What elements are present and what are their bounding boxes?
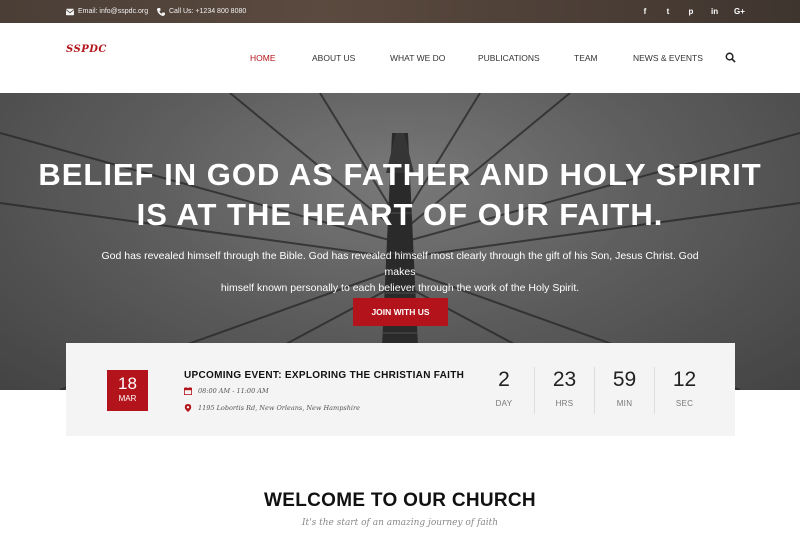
calendar-icon xyxy=(184,387,192,395)
phone-contact[interactable]: Call Us: +1234 800 8080 xyxy=(157,0,246,23)
event-location: 1195 Lobortis Rd, New Orleans, New Hamps… xyxy=(184,404,360,412)
nav-news-events[interactable]: NEWS & EVENTS xyxy=(633,53,703,63)
countdown-hours-value: 23 xyxy=(552,368,577,391)
linkedin-icon[interactable]: in xyxy=(711,7,718,16)
hero-headline-line2: IS AT THE HEART OF OUR FAITH. xyxy=(136,197,664,232)
countdown-seconds: 12 SEC xyxy=(654,367,714,414)
welcome-subtitle: It's the start of an amazing journey of … xyxy=(301,518,499,528)
pinterest-icon[interactable]: p xyxy=(688,7,694,16)
google-plus-icon[interactable]: G+ xyxy=(734,7,745,16)
hero-headline-line1: BELIEF IN GOD AS FATHER AND HOLY SPIRIT xyxy=(38,157,762,192)
email-text: Email: info@sspdc.org xyxy=(78,8,149,15)
countdown-minutes: 59 MIN xyxy=(594,367,654,414)
countdown-minutes-label: MIN xyxy=(616,399,633,408)
site-logo[interactable]: SSPDC xyxy=(66,44,107,55)
event-month: MAR xyxy=(118,394,137,403)
phone-text: Call Us: +1234 800 8080 xyxy=(169,8,247,15)
social-links: f t p in G+ xyxy=(642,0,745,23)
countdown-days: 2 DAY xyxy=(474,367,534,414)
nav-publications[interactable]: PUBLICATIONS xyxy=(478,53,540,63)
hero-description: God has revealed himself through the Bib… xyxy=(100,248,700,296)
welcome-heading: WELCOME TO OUR CHURCH xyxy=(264,490,536,511)
nav-home[interactable]: HOME xyxy=(250,53,276,63)
countdown-seconds-label: SEC xyxy=(675,399,694,408)
facebook-icon[interactable]: f xyxy=(642,7,648,16)
event-countdown: 2 DAY 23 HRS 59 MIN 12 SEC xyxy=(474,367,714,414)
twitter-icon[interactable]: t xyxy=(665,7,671,16)
search-icon[interactable] xyxy=(725,52,736,63)
event-title[interactable]: UPCOMING EVENT: EXPLORING THE CHRISTIAN … xyxy=(184,370,464,381)
nav-what-we-do[interactable]: WHAT WE DO xyxy=(390,53,445,63)
nav-about-us[interactable]: ABOUT US xyxy=(312,53,355,63)
event-date-badge: 18 MAR xyxy=(107,370,148,411)
hero-description-line2: himself known personally to each believe… xyxy=(220,282,580,294)
countdown-days-value: 2 xyxy=(498,368,510,391)
envelope-icon xyxy=(66,8,74,15)
event-day: 18 xyxy=(118,374,137,393)
nav-team[interactable]: TEAM xyxy=(574,53,598,63)
countdown-minutes-value: 59 xyxy=(612,368,637,391)
countdown-hours-label: HRS xyxy=(555,399,574,408)
countdown-seconds-value: 12 xyxy=(672,368,697,391)
upcoming-event-card: 18 MAR UPCOMING EVENT: EXPLORING THE CHR… xyxy=(66,343,735,436)
hero-headline: BELIEF IN GOD AS FATHER AND HOLY SPIRIT … xyxy=(0,155,800,235)
event-time: 08:00 AM - 11:00 AM xyxy=(184,387,269,395)
hero-description-line1: God has revealed himself through the Bib… xyxy=(101,250,699,278)
email-contact[interactable]: Email: info@sspdc.org xyxy=(66,0,148,23)
event-location-text: 1195 Lobortis Rd, New Orleans, New Hamps… xyxy=(198,404,360,412)
site-header: SSPDC HOME ABOUT US WHAT WE DO PUBLICATI… xyxy=(0,23,800,93)
join-with-us-button[interactable]: JOIN WITH US xyxy=(353,298,448,326)
top-bar: Email: info@sspdc.org Call Us: +1234 800… xyxy=(0,0,800,23)
countdown-days-label: DAY xyxy=(495,399,513,408)
countdown-hours: 23 HRS xyxy=(534,367,594,414)
map-pin-icon xyxy=(184,404,192,412)
event-time-text: 08:00 AM - 11:00 AM xyxy=(198,387,269,395)
phone-icon xyxy=(157,7,165,16)
